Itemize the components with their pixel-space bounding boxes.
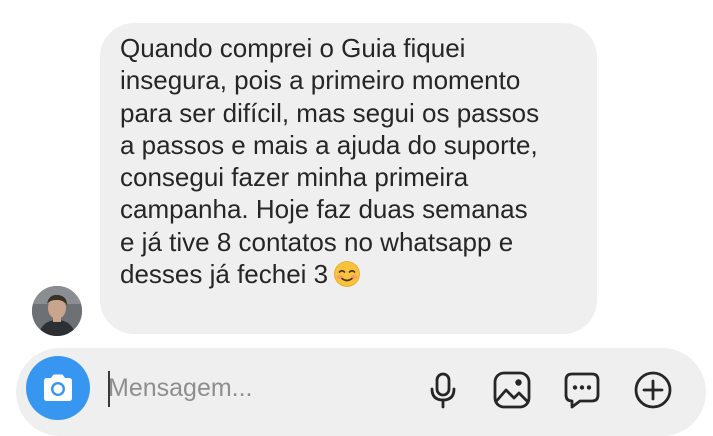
chat-icon — [564, 372, 600, 409]
avatar-photo — [32, 286, 82, 336]
add-icon — [634, 371, 672, 409]
message-composer — [16, 348, 706, 436]
avatar[interactable] — [32, 286, 82, 336]
sticker-button[interactable] — [562, 370, 602, 410]
microphone-icon — [430, 372, 456, 409]
gallery-button[interactable] — [492, 370, 532, 410]
message-line: Quando comprei o Guia fiquei — [120, 33, 466, 63]
camera-button[interactable] — [26, 356, 90, 420]
message-line-text: desses já fechei 3 — [120, 259, 329, 290]
message-input[interactable] — [106, 368, 408, 408]
smiling-face-icon — [334, 261, 361, 287]
message-line: campanha. Hoje faz duas semanas — [120, 194, 528, 225]
message-line: a passos e mais a ajuda do suporte, — [120, 129, 538, 160]
add-button[interactable] — [633, 370, 673, 410]
message-bubble[interactable]: Quando comprei o Guia fiquei insegura, p… — [100, 23, 597, 334]
message-line-last: desses já fechei 3 — [120, 258, 577, 290]
message-line: para ser difícil, mas segui os passos — [120, 97, 540, 128]
message-line: consegui fazer minha primeira — [120, 162, 469, 193]
message-line: e já tive 8 contatos no whatsapp e — [120, 226, 514, 257]
camera-icon — [44, 374, 72, 401]
image-icon — [493, 371, 531, 409]
message-line: insegura, pois a primeiro momento — [120, 65, 521, 96]
microphone-button[interactable] — [423, 370, 463, 410]
